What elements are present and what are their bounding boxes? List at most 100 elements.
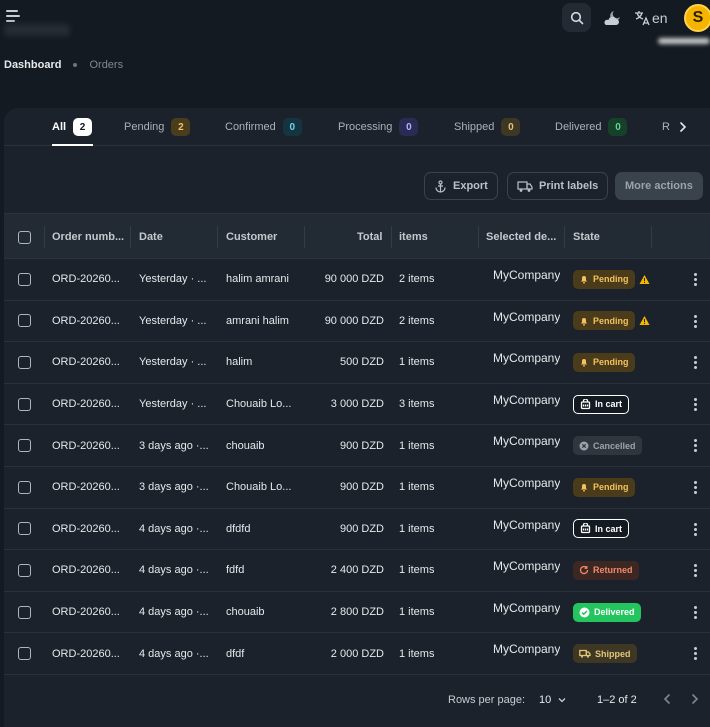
col-date[interactable]: Date — [139, 214, 163, 260]
col-total[interactable]: Total — [357, 214, 382, 260]
row-checkbox[interactable] — [18, 259, 31, 300]
theme-toggle-button[interactable] — [600, 6, 624, 30]
order-number[interactable]: ORD-20260... — [52, 509, 130, 550]
tab-r[interactable]: R — [662, 118, 670, 136]
order-date: 3 days ago ·... — [139, 439, 209, 452]
table-row[interactable]: ORD-20260... 4 days ago ·... dfdfd 900 DZD 1… — [4, 509, 710, 551]
print-labels-button[interactable]: Print labels — [507, 172, 609, 200]
breadcrumb-orders: Orders — [89, 59, 124, 71]
row-checkbox[interactable] — [18, 301, 31, 342]
order-number[interactable]: ORD-20260... — [52, 425, 130, 466]
prev-page-icon[interactable] — [660, 692, 674, 706]
search-icon — [570, 11, 583, 24]
items-count: 1 items — [399, 647, 435, 660]
tab-all[interactable]: All 2 — [52, 118, 93, 136]
table-row[interactable]: ORD-20260... 3 days ago ·... Chouaib Lo...… — [4, 467, 710, 509]
bell-icon — [579, 482, 589, 492]
chevron-right-icon[interactable] — [676, 120, 690, 134]
delivery-company: MyCompany — [493, 392, 561, 407]
table-row[interactable]: ORD-20260... Yesterday · ... halim 500 DZD 1… — [4, 342, 710, 384]
customer-name: Chouaib Lo... — [226, 398, 292, 411]
table-row[interactable]: ORD-20260... 4 days ago ·... dfdf 2 000 DZD… — [4, 633, 710, 675]
row-checkbox[interactable] — [18, 342, 31, 383]
customer-name: amrani halim — [226, 314, 289, 327]
language-button[interactable]: en — [634, 8, 668, 28]
avatar[interactable]: S — [684, 4, 710, 32]
order-date: Yesterday · ... — [139, 314, 207, 327]
order-number[interactable]: ORD-20260... — [52, 550, 130, 591]
row-checkbox[interactable] — [18, 592, 31, 633]
customer-name: dfdfd — [226, 522, 251, 535]
table-row[interactable]: ORD-20260... 3 days ago ·... chouaib 900 DZ… — [4, 425, 710, 467]
row-checkbox[interactable] — [18, 425, 31, 466]
cart-icon — [580, 523, 591, 534]
row-actions-icon[interactable] — [694, 397, 697, 413]
row-checkbox[interactable] — [18, 384, 31, 425]
table-row[interactable]: ORD-20260... 4 days ago ·... fdfd 2 400 DZD… — [4, 550, 710, 592]
col-customer[interactable]: Customer — [226, 214, 277, 260]
table-row[interactable]: ORD-20260... Yesterday · ... amrani halim 9… — [4, 301, 710, 343]
order-number[interactable]: ORD-20260... — [52, 633, 130, 674]
return-icon — [579, 565, 589, 575]
avatar-underline — [658, 38, 710, 44]
state-cell: Cancelled — [573, 425, 642, 466]
row-actions-icon[interactable] — [694, 314, 697, 330]
col-items[interactable]: items — [399, 214, 428, 260]
warning-icon — [639, 316, 649, 326]
table-row[interactable]: ORD-20260... 4 days ago ·... chouaib 2 800 … — [4, 592, 710, 634]
breadcrumb-dashboard[interactable]: Dashboard — [4, 59, 61, 71]
order-number[interactable]: ORD-20260... — [52, 384, 130, 425]
row-actions-icon[interactable] — [694, 439, 697, 454]
search-button[interactable] — [562, 3, 591, 32]
rows-per-page-select[interactable]: 10 — [539, 694, 567, 706]
order-number[interactable]: ORD-20260... — [52, 301, 130, 342]
menu-icon[interactable] — [6, 10, 22, 24]
status-badge: Delivered — [573, 602, 641, 622]
row-checkbox[interactable] — [18, 509, 31, 550]
row-actions-icon[interactable] — [694, 273, 697, 288]
tab-confirmed[interactable]: Confirmed 0 — [225, 118, 302, 136]
top-bar: en S — [0, 0, 710, 52]
col-state[interactable]: State — [573, 214, 600, 260]
order-number[interactable]: ORD-20260... — [52, 259, 130, 300]
customer-name: halim — [226, 356, 253, 369]
state-cell: Returned — [573, 550, 639, 591]
col-selected-delivery[interactable]: Selected de... — [486, 214, 556, 260]
delivery-company: MyCompany — [493, 517, 561, 532]
row-actions-icon[interactable] — [694, 481, 697, 496]
row-actions-icon[interactable] — [694, 564, 697, 579]
next-page-icon[interactable] — [688, 692, 702, 706]
order-number[interactable]: ORD-20260... — [52, 467, 130, 508]
table-row[interactable]: ORD-20260... Yesterday · ... Chouaib Lo...… — [4, 384, 710, 426]
tab-shipped[interactable]: Shipped 0 — [454, 118, 521, 136]
row-actions-icon[interactable] — [694, 522, 697, 538]
order-date: Yesterday · ... — [139, 356, 207, 369]
tab-delivered[interactable]: Delivered 0 — [555, 118, 628, 136]
tab-label: Delivered — [555, 121, 602, 133]
print-labels-label: Print labels — [539, 180, 599, 192]
status-badge: Shipped — [573, 644, 637, 664]
row-checkbox[interactable] — [18, 633, 31, 674]
select-all-checkbox[interactable] — [18, 214, 31, 260]
row-checkbox[interactable] — [18, 467, 31, 508]
row-actions-icon[interactable] — [694, 647, 697, 662]
delivery-company: MyCompany — [493, 642, 561, 657]
tab-label: Processing — [338, 121, 393, 133]
order-total: 900 DZD — [339, 522, 384, 535]
tab-pending[interactable]: Pending 2 — [124, 118, 191, 136]
col-order-number[interactable]: Order numb... — [52, 214, 124, 260]
order-number[interactable]: ORD-20260... — [52, 592, 130, 633]
items-count: 1 items — [399, 356, 435, 369]
order-date: 4 days ago ·... — [139, 647, 209, 660]
row-actions-icon[interactable] — [694, 356, 697, 371]
tab-label: Shipped — [454, 121, 495, 133]
items-count: 1 items — [399, 522, 435, 535]
row-checkbox[interactable] — [18, 550, 31, 591]
order-number[interactable]: ORD-20260... — [52, 342, 130, 383]
tab-count-badge: 0 — [608, 118, 628, 136]
row-actions-icon[interactable] — [694, 605, 697, 621]
more-actions-button[interactable]: More actions — [615, 172, 703, 200]
export-button[interactable]: Export — [424, 172, 498, 200]
table-row[interactable]: ORD-20260... Yesterday · ... halim amrani 9… — [4, 259, 710, 301]
tab-processing[interactable]: Processing 0 — [338, 118, 419, 136]
